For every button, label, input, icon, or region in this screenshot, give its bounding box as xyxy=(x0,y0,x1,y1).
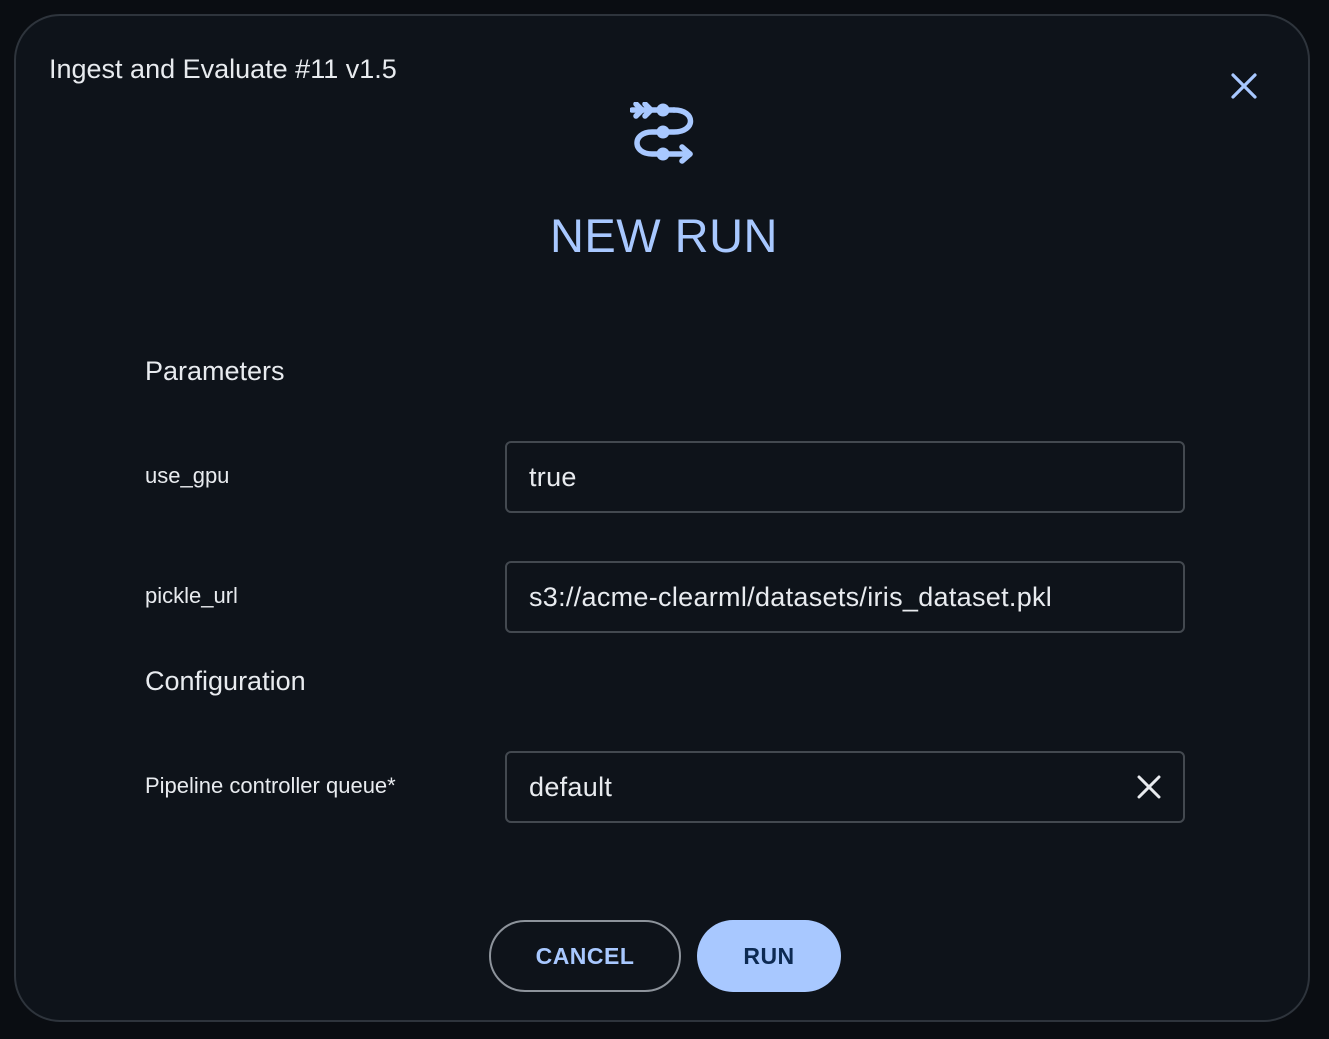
close-icon xyxy=(1231,73,1257,99)
dialog-title: Ingest and Evaluate #11 v1.5 xyxy=(49,54,397,84)
pipeline-controller-queue-label: Pipeline controller queue* xyxy=(145,773,396,798)
cancel-button[interactable]: CANCEL xyxy=(489,920,681,992)
clear-queue-button[interactable] xyxy=(1133,771,1165,803)
pipeline-controller-queue-input[interactable] xyxy=(507,753,1133,821)
use-gpu-field xyxy=(505,441,1185,513)
use-gpu-label: use_gpu xyxy=(145,463,230,488)
pickle-url-label: pickle_url xyxy=(145,583,238,608)
run-button[interactable]: RUN xyxy=(697,920,841,992)
configuration-section-title: Configuration xyxy=(145,666,306,696)
new-run-dialog: Ingest and Evaluate #11 v1.5 NEW RUN Par… xyxy=(14,14,1310,1022)
dialog-heading: NEW RUN xyxy=(549,209,779,262)
close-button[interactable] xyxy=(1226,68,1262,104)
pickle-url-input[interactable] xyxy=(507,563,1183,631)
clear-icon xyxy=(1137,775,1161,799)
pipeline-icon xyxy=(630,102,694,164)
parameters-section-title: Parameters xyxy=(145,356,285,386)
use-gpu-input[interactable] xyxy=(507,443,1183,511)
pickle-url-field xyxy=(505,561,1185,633)
pipeline-controller-queue-field xyxy=(505,751,1185,823)
